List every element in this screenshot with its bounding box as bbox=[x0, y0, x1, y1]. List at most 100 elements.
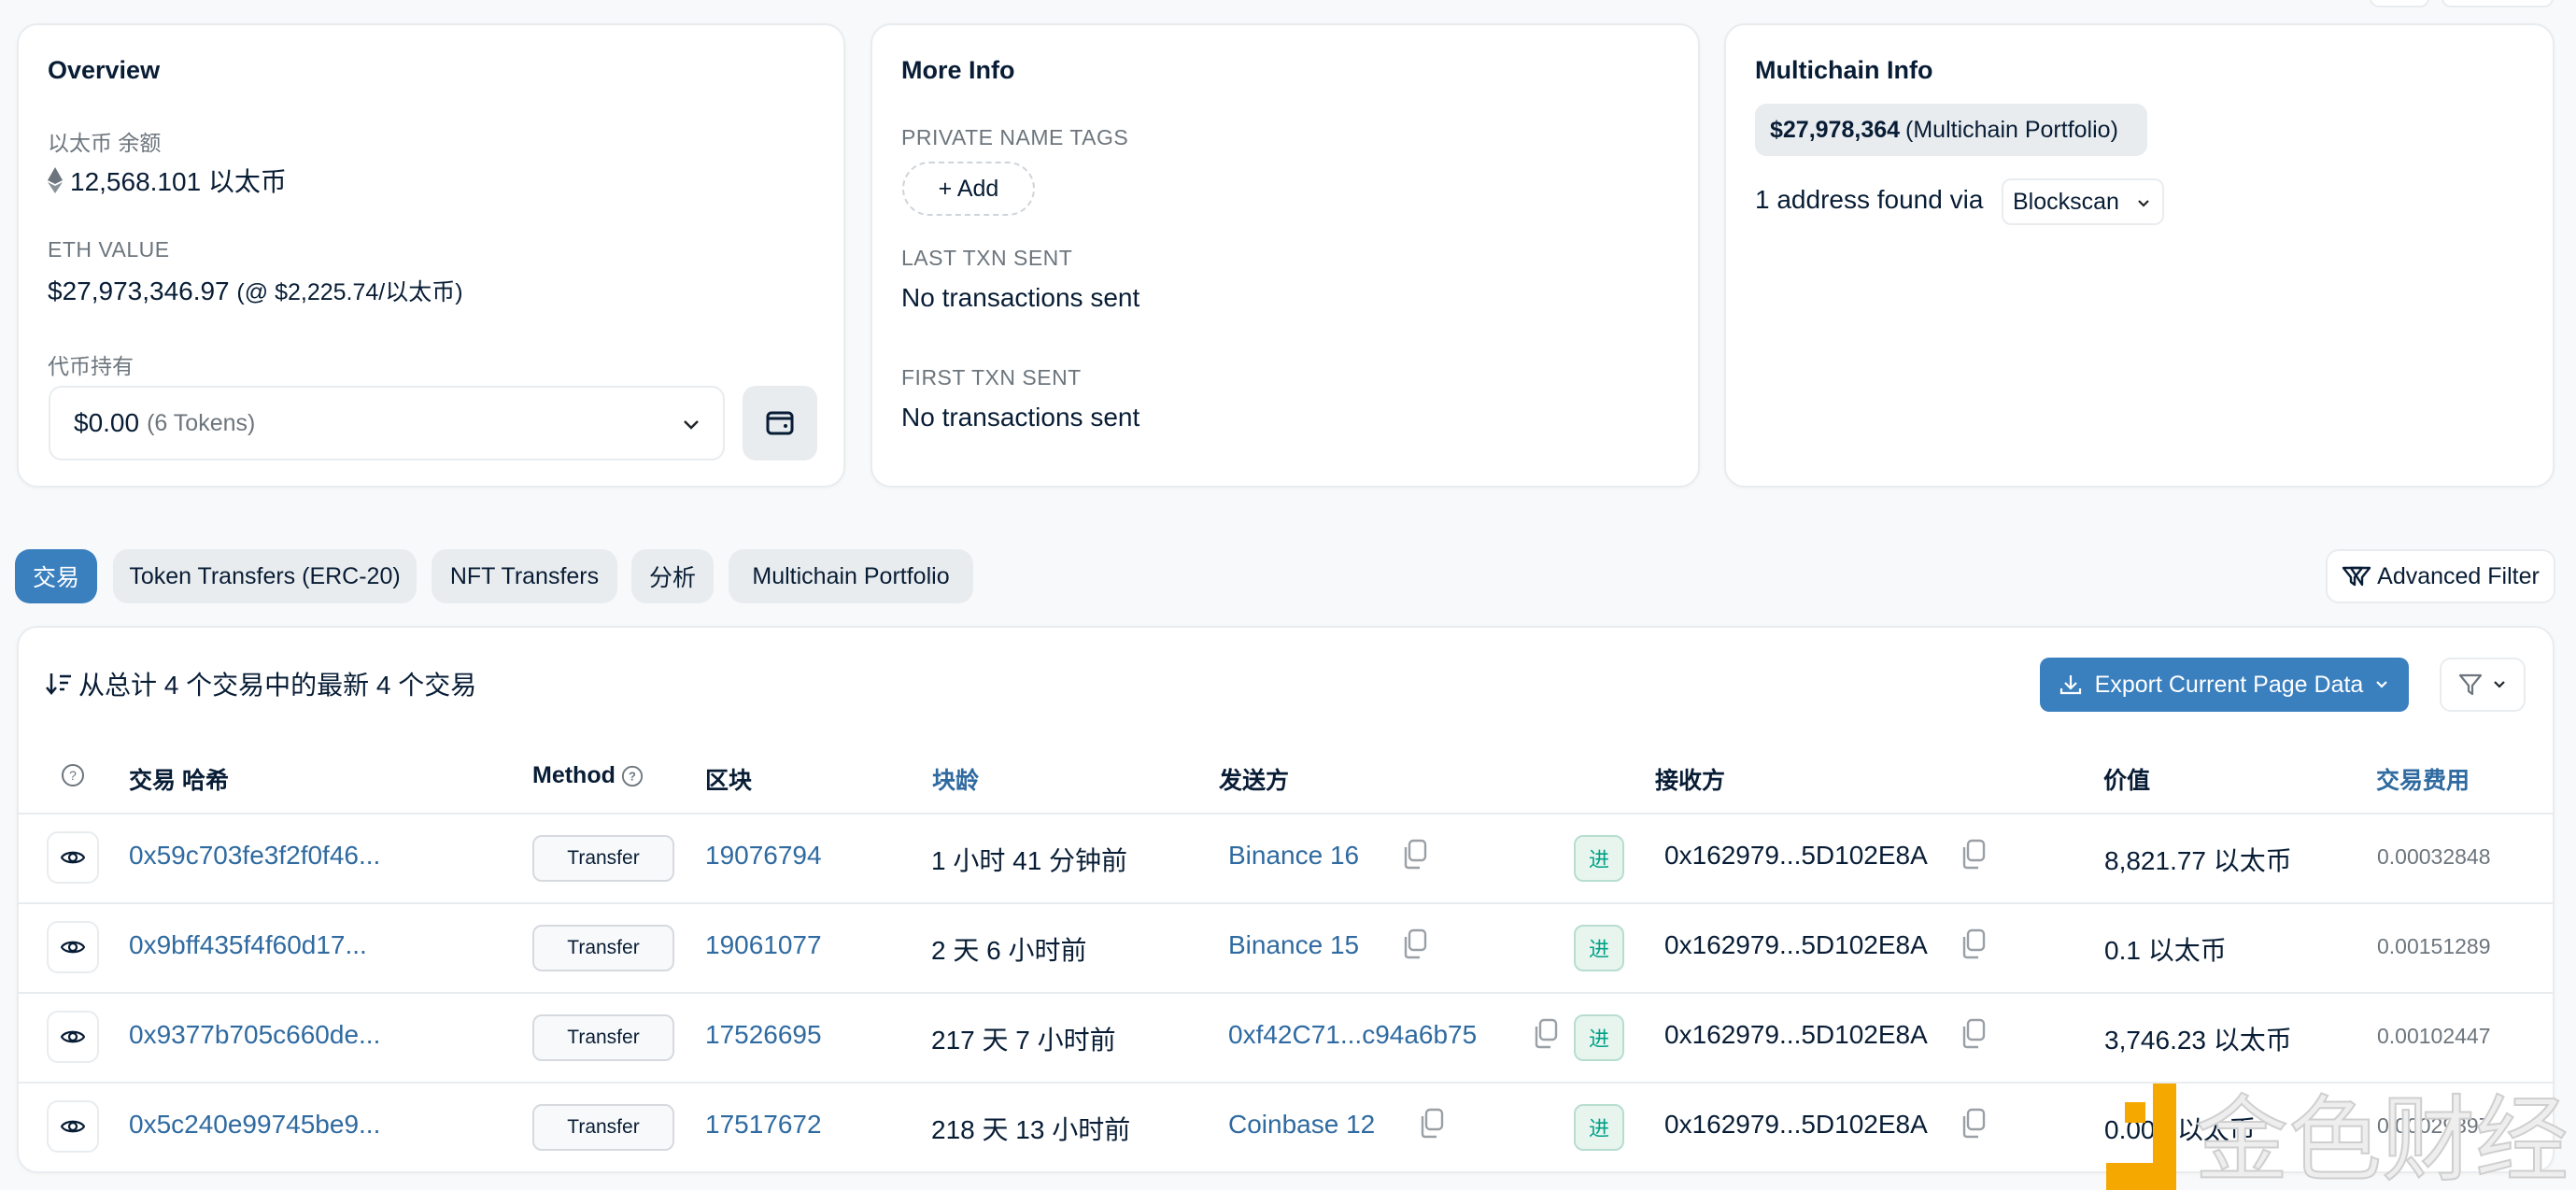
export-current-page-data-button[interactable]: Export Current Page Data bbox=[2040, 658, 2409, 712]
direction-in-badge: 进 bbox=[1574, 925, 1624, 971]
tab-nft-transfers[interactable]: NFT Transfers bbox=[432, 549, 617, 603]
multichain-portfolio-label: (Multichain Portfolio) bbox=[1905, 116, 2118, 143]
copy-icon[interactable] bbox=[1960, 1108, 1988, 1140]
overview-title: Overview bbox=[48, 56, 161, 84]
block-link[interactable]: 19061077 bbox=[705, 930, 822, 960]
top-partial-button-1[interactable] bbox=[2370, 0, 2429, 7]
tab-token-transfers[interactable]: Token Transfers (ERC-20) bbox=[113, 549, 417, 603]
column-header-hash: 交易 哈希 bbox=[129, 768, 229, 794]
token-holdings-value: $0.00 bbox=[74, 408, 140, 437]
table-row: 0x5c240e99745be9... Transfer 17517672 21… bbox=[19, 1082, 2553, 1171]
copy-icon[interactable] bbox=[1418, 1108, 1446, 1140]
address-found-text: 1 address found via bbox=[1755, 185, 1984, 214]
direction-in-badge: 进 bbox=[1574, 835, 1624, 882]
preview-button[interactable] bbox=[47, 921, 99, 973]
fee-text: 0.00029397 bbox=[2377, 1113, 2491, 1138]
top-partial-button-2[interactable] bbox=[2442, 0, 2554, 7]
more-info-card: More Info PRIVATE NAME TAGS + Add LAST T… bbox=[870, 23, 1700, 488]
token-holdings-label: 代币持有 bbox=[48, 354, 134, 378]
table-row: 0x9bff435f4f60d17... Transfer 19061077 2… bbox=[19, 902, 2553, 992]
fee-text: 0.00151289 bbox=[2377, 934, 2491, 958]
txn-hash-link[interactable]: 0x5c240e99745be9... bbox=[129, 1110, 380, 1140]
export-button-label: Export Current Page Data bbox=[2094, 671, 2364, 698]
to-address: 0x162979...5D102E8A bbox=[1664, 1020, 1928, 1049]
svg-text:?: ? bbox=[69, 768, 77, 783]
last-txn-sent-value: No transactions sent bbox=[901, 283, 1140, 312]
eth-value-rate: (@ $2,225.74/以太币) bbox=[236, 279, 463, 305]
txn-hash-link[interactable]: 0x59c703fe3f2f0f46... bbox=[129, 841, 380, 871]
column-header-value: 价值 bbox=[2103, 768, 2151, 794]
copy-icon[interactable] bbox=[1960, 1018, 1988, 1050]
transactions-summary-text: 从总计 4 个交易中的最新 4 个交易 bbox=[78, 671, 477, 700]
token-holdings-dropdown[interactable]: $0.00 (6 Tokens) bbox=[49, 386, 725, 460]
last-txn-sent-label: LAST TXN SENT bbox=[901, 246, 1073, 270]
tab-analytics[interactable]: 分析 bbox=[631, 549, 714, 603]
eth-value-amount: $27,973,346.97 bbox=[48, 276, 230, 305]
txn-hash-link[interactable]: 0x9377b705c660de... bbox=[129, 1020, 380, 1050]
blockscan-dropdown[interactable]: Blockscan bbox=[2002, 178, 2164, 225]
help-icon[interactable]: ? bbox=[61, 763, 85, 787]
eth-value: $27,973,346.97 (@ $2,225.74/以太币) bbox=[48, 274, 463, 307]
tab-multichain-portfolio[interactable]: Multichain Portfolio bbox=[729, 549, 973, 603]
first-txn-sent-value: No transactions sent bbox=[901, 403, 1140, 432]
first-txn-sent-label: FIRST TXN SENT bbox=[901, 365, 1082, 390]
copy-icon[interactable] bbox=[1532, 1018, 1560, 1050]
to-address: 0x162979...5D102E8A bbox=[1664, 930, 1928, 959]
preview-button[interactable] bbox=[47, 1100, 99, 1153]
column-header-to: 接收方 bbox=[1655, 768, 1726, 794]
filter-dropdown-button[interactable] bbox=[2440, 658, 2526, 712]
multichain-portfolio-badge[interactable]: $27,978,364 (Multichain Portfolio) bbox=[1755, 104, 2147, 156]
copy-icon[interactable] bbox=[1960, 928, 1988, 960]
download-icon bbox=[2059, 675, 2081, 695]
from-address-link[interactable]: 0xf42C71...c94a6b75 bbox=[1228, 1020, 1477, 1050]
fee-text: 0.00032848 bbox=[2377, 844, 2491, 869]
column-header-fee[interactable]: 交易费用 bbox=[2376, 762, 2470, 796]
copy-icon[interactable] bbox=[1401, 928, 1429, 960]
block-link[interactable]: 19076794 bbox=[705, 841, 822, 871]
age-text: 217 天 7 小时前 bbox=[931, 1026, 1116, 1055]
add-name-tag-button[interactable]: + Add bbox=[902, 162, 1035, 216]
block-link[interactable]: 17526695 bbox=[705, 1020, 822, 1050]
tab-transactions[interactable]: 交易 bbox=[15, 549, 97, 603]
chevron-down-icon bbox=[2376, 681, 2388, 688]
eye-icon bbox=[61, 1120, 85, 1133]
eye-icon bbox=[61, 941, 85, 954]
eth-balance-value: 12,568.101 以太币 bbox=[70, 167, 287, 196]
overview-card: Overview 以太币 余额 12,568.101 以太币 ETH VALUE… bbox=[17, 23, 845, 488]
age-text: 2 天 6 小时前 bbox=[931, 936, 1087, 965]
eth-balance-label: 以太币 余额 bbox=[48, 131, 162, 155]
value-text: 0.001 以太币 bbox=[2104, 1115, 2256, 1144]
advanced-filter-button[interactable]: Advanced Filter bbox=[2326, 549, 2555, 603]
txn-hash-link[interactable]: 0x9bff435f4f60d17... bbox=[129, 930, 367, 960]
help-icon[interactable]: ? bbox=[621, 765, 644, 787]
eye-icon bbox=[61, 1030, 85, 1043]
copy-icon[interactable] bbox=[1960, 839, 1988, 871]
fee-text: 0.00102447 bbox=[2377, 1024, 2491, 1048]
preview-button[interactable] bbox=[47, 1011, 99, 1063]
block-link[interactable]: 17517672 bbox=[705, 1110, 822, 1140]
method-badge: Transfer bbox=[532, 925, 674, 971]
preview-button[interactable] bbox=[47, 831, 99, 884]
to-address: 0x162979...5D102E8A bbox=[1664, 1110, 1928, 1139]
value-text: 3,746.23 以太币 bbox=[2104, 1026, 2292, 1055]
chevron-down-icon bbox=[2138, 200, 2149, 207]
svg-text:?: ? bbox=[629, 769, 636, 783]
eth-value-label: ETH VALUE bbox=[48, 237, 170, 262]
wallet-button[interactable] bbox=[743, 386, 817, 460]
method-badge: Transfer bbox=[532, 1104, 674, 1151]
from-address-link[interactable]: Binance 15 bbox=[1228, 930, 1359, 960]
column-header-block: 区块 bbox=[705, 768, 753, 794]
from-address-link[interactable]: Binance 16 bbox=[1228, 841, 1359, 871]
ethereum-icon bbox=[48, 167, 63, 193]
transactions-summary: 从总计 4 个交易中的最新 4 个交易 bbox=[45, 665, 476, 702]
filter-icon bbox=[2458, 673, 2483, 696]
direction-in-badge: 进 bbox=[1574, 1014, 1624, 1061]
wallet-icon bbox=[766, 411, 794, 435]
from-address-link[interactable]: Coinbase 12 bbox=[1228, 1110, 1375, 1140]
token-holdings-count: (6 Tokens) bbox=[147, 409, 256, 436]
value-text: 0.1 以太币 bbox=[2104, 936, 2227, 965]
table-row: 0x59c703fe3f2f0f46... Transfer 19076794 … bbox=[19, 813, 2553, 902]
chevron-down-icon bbox=[684, 420, 699, 430]
column-header-age[interactable]: 块龄 bbox=[932, 762, 979, 796]
copy-icon[interactable] bbox=[1401, 839, 1429, 871]
